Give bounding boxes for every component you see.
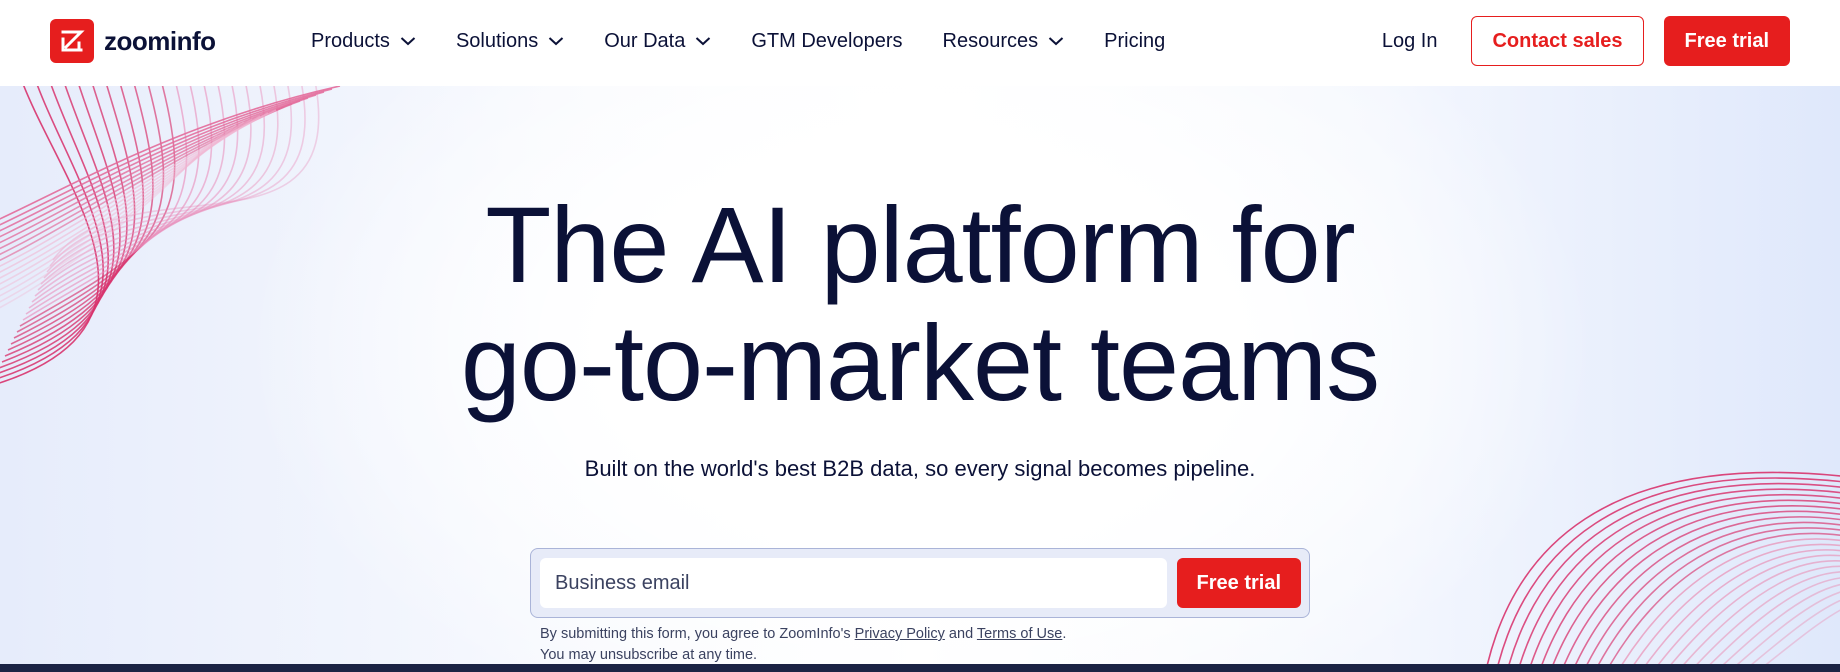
nav-item-label: Our Data: [604, 29, 686, 52]
unsubscribe-note: You may unsubscribe at any time.: [540, 647, 758, 663]
terms-of-use-link[interactable]: Terms of Use: [977, 626, 1062, 642]
chevron-down-icon: [548, 36, 564, 46]
hero-section: The AI platform for go-to-market teams B…: [0, 86, 1840, 664]
bottom-banner-edge: [0, 664, 1840, 672]
header-free-trial-button[interactable]: Free trial: [1663, 16, 1790, 66]
business-email-input[interactable]: [540, 558, 1167, 608]
legal-notice: By submitting this form, you agree to Zo…: [540, 624, 1066, 664]
zoominfo-logo-icon: [50, 19, 94, 63]
legal-and: and: [944, 626, 977, 642]
nav-item-our-data[interactable]: Our Data: [604, 30, 711, 53]
privacy-policy-link[interactable]: Privacy Policy: [855, 626, 945, 642]
nav-item-products[interactable]: Products: [311, 30, 416, 53]
header-actions: Log In Contact sales Free trial: [1382, 16, 1790, 66]
site-header: zoominfo Products Solutions Our Data GTM…: [0, 0, 1840, 86]
chevron-down-icon: [695, 36, 711, 46]
hero-headline: The AI platform for go-to-market teams: [0, 186, 1840, 422]
nav-item-label: Pricing: [1104, 29, 1166, 52]
contact-sales-button[interactable]: Contact sales: [1471, 16, 1644, 66]
chevron-down-icon: [1048, 36, 1064, 46]
zoominfo-logo[interactable]: zoominfo: [50, 19, 216, 63]
legal-end: .: [1062, 626, 1067, 642]
headline-line-1: The AI platform for: [485, 184, 1355, 305]
nav-item-label: GTM Developers: [751, 29, 903, 52]
nav-item-solutions[interactable]: Solutions: [456, 30, 564, 53]
login-link[interactable]: Log In: [1382, 30, 1438, 53]
main-nav: Products Solutions Our Data GTM Develope…: [311, 0, 1205, 82]
nav-item-resources[interactable]: Resources: [943, 30, 1065, 53]
hero-subheading: Built on the world's best B2B data, so e…: [584, 456, 1256, 481]
nav-item-label: Solutions: [455, 29, 539, 52]
form-free-trial-button[interactable]: Free trial: [1176, 558, 1301, 608]
nav-item-label: Products: [311, 29, 390, 52]
signup-form: Free trial: [530, 548, 1310, 618]
nav-item-gtm-developers[interactable]: GTM Developers: [751, 30, 902, 53]
headline-line-2: go-to-market teams: [460, 302, 1380, 423]
nav-item-label: Resources: [942, 29, 1039, 52]
legal-prefix: By submitting this form, you agree to Zo…: [540, 626, 855, 642]
chevron-down-icon: [400, 36, 416, 46]
brand-name: zoominfo: [104, 25, 216, 56]
nav-item-pricing[interactable]: Pricing: [1104, 30, 1165, 53]
